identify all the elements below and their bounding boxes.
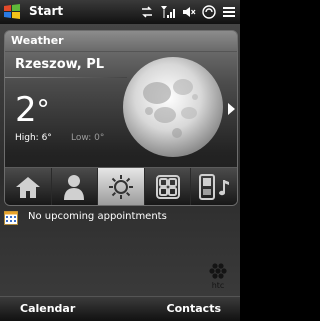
windows-start-icon[interactable] xyxy=(3,3,21,21)
tab-programs[interactable] xyxy=(145,168,192,205)
degree-symbol: ° xyxy=(36,95,50,125)
low-temperature: Low: 0° xyxy=(71,133,105,143)
status-title[interactable]: Start xyxy=(29,4,63,18)
programs-icon xyxy=(155,175,180,199)
signal-icon[interactable] xyxy=(160,4,176,23)
menu-icon[interactable] xyxy=(222,4,236,23)
weather-sun-icon xyxy=(108,175,133,199)
contacts-icon xyxy=(64,175,85,200)
contacts-softkey[interactable]: Contacts xyxy=(167,302,221,315)
htc-logo: htc xyxy=(209,263,227,290)
status-bar: Start xyxy=(0,0,240,25)
home-icon xyxy=(15,177,40,198)
battery-icon[interactable] xyxy=(202,4,216,23)
today-tab-bar xyxy=(5,167,237,205)
current-temperature: 2° xyxy=(15,93,50,127)
weather-header: Weather xyxy=(5,31,237,52)
full-moon-icon xyxy=(123,57,223,157)
calendar-icon xyxy=(4,211,18,225)
calendar-softkey[interactable]: Calendar xyxy=(20,302,75,315)
next-location-arrow[interactable] xyxy=(228,103,235,115)
softkey-bar: Calendar Contacts xyxy=(0,296,240,321)
city-divider xyxy=(5,77,127,78)
status-icons xyxy=(140,4,236,23)
today-screen: Weather Rzeszow, PL 2° High: 6° Low: 0° xyxy=(0,24,240,296)
svg-text:htc: htc xyxy=(212,281,225,290)
tab-people[interactable] xyxy=(52,168,99,205)
city-name[interactable]: Rzeszow, PL xyxy=(15,57,104,72)
tab-home[interactable] xyxy=(5,168,52,205)
appointments-row[interactable]: No upcoming appointments xyxy=(0,208,240,230)
appointments-text: No upcoming appointments xyxy=(28,211,167,222)
sync-icon[interactable] xyxy=(140,4,154,23)
tab-weather[interactable] xyxy=(98,168,145,205)
weather-title: Weather xyxy=(11,34,64,47)
speaker-muted-icon[interactable] xyxy=(182,4,196,23)
high-temperature: High: 6° xyxy=(15,133,52,143)
temperature-value: 2 xyxy=(15,90,37,130)
music-phone-icon xyxy=(199,174,230,200)
weather-panel[interactable]: Weather Rzeszow, PL 2° High: 6° Low: 0° xyxy=(4,30,238,206)
tab-phone-music[interactable] xyxy=(191,168,237,205)
